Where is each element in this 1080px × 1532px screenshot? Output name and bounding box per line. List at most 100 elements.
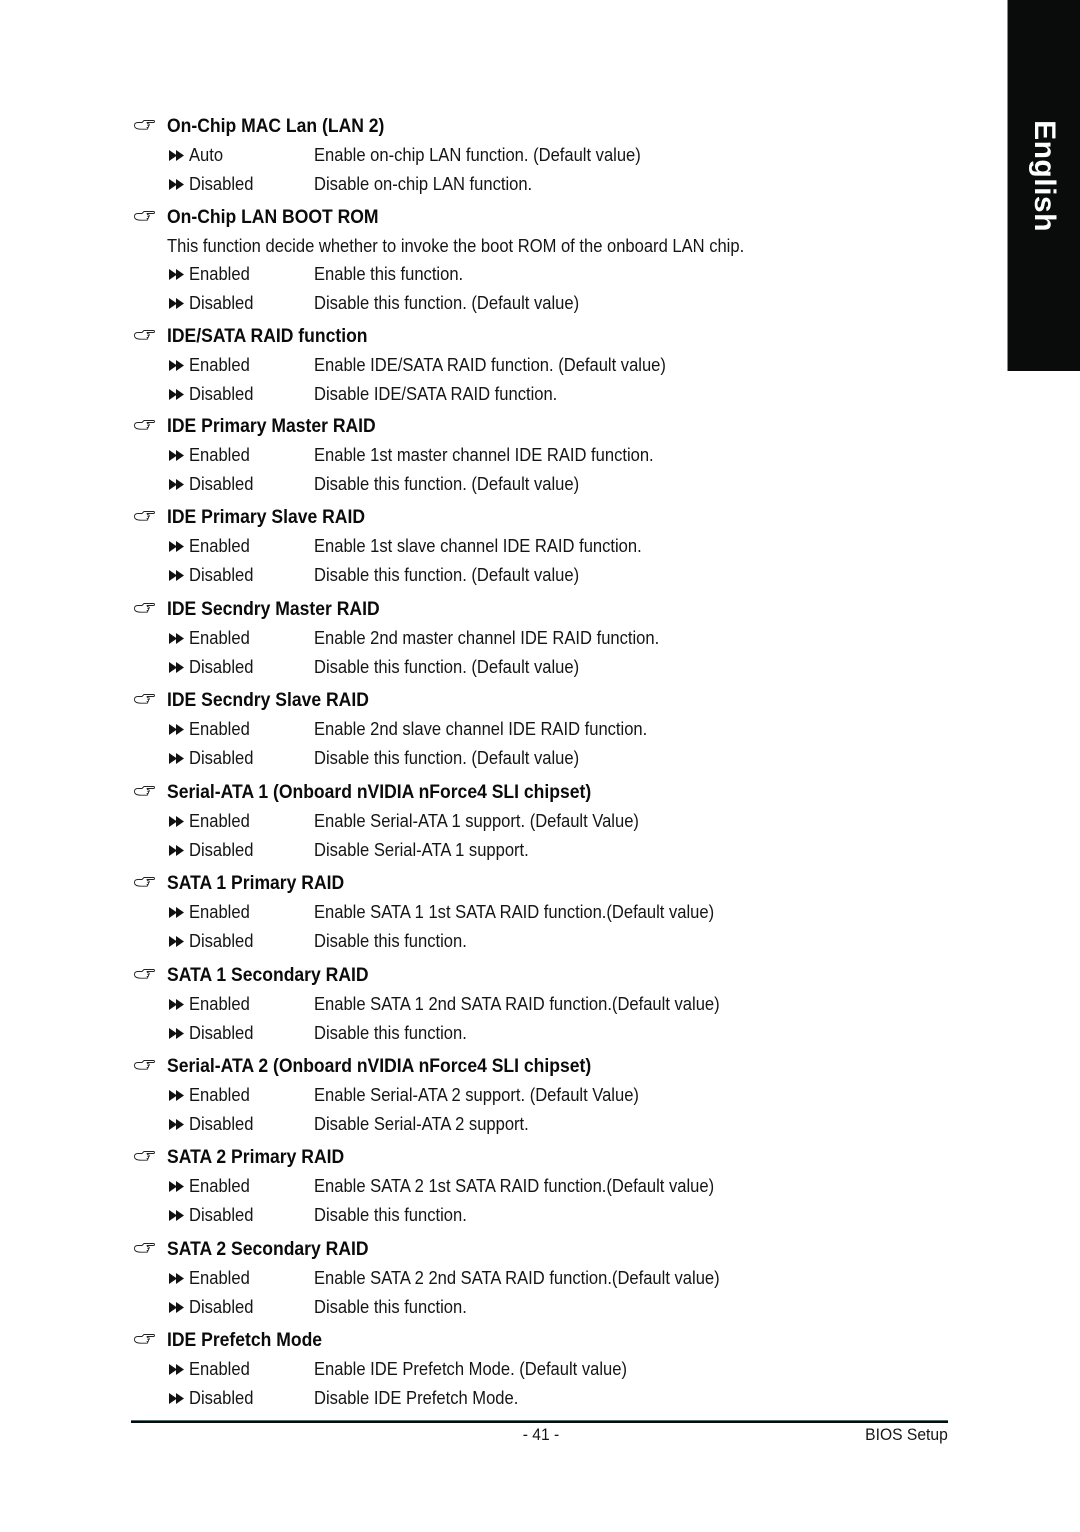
option-description: Disable on-chip LAN function. <box>314 173 533 194</box>
option-row: Enabled Enable SATA 1 1st SATA RAID func… <box>0 901 1000 930</box>
pointing-hand-icon <box>134 420 155 430</box>
double-triangle-bullet-icon <box>169 1027 184 1039</box>
option-description: Enable 1st slave channel IDE RAID functi… <box>314 536 642 556</box>
option-value: Enabled <box>189 1359 250 1379</box>
section-heading-row: On-Chip MAC Lan (LAN 2) <box>0 114 1000 144</box>
double-triangle-bullet-icon <box>169 150 184 161</box>
chapter-title: BIOS Setup <box>865 1425 948 1444</box>
double-triangle-bullet-icon <box>169 388 184 400</box>
double-triangle-bullet-icon <box>169 269 184 280</box>
pointing-hand-icon <box>134 1334 155 1344</box>
section-description: This function decide whether to invoke t… <box>167 236 745 256</box>
option-description: Enable on-chip LAN function. (Default va… <box>314 145 641 165</box>
option-value: Enabled <box>189 719 250 739</box>
section-title: IDE Primary Slave RAID <box>167 506 366 528</box>
section-title: IDE/SATA RAID function <box>167 325 368 347</box>
double-triangle-bullet-icon <box>169 935 184 947</box>
option-value: Enabled <box>189 1176 250 1196</box>
option-value: Disabled <box>189 173 254 194</box>
section-title: IDE Secndry Slave RAID <box>167 689 369 711</box>
option-row: Enabled Enable SATA 1 2nd SATA RAID func… <box>0 993 1000 1022</box>
option-description: Disable IDE/SATA RAID function. <box>314 383 558 404</box>
pointing-hand-icon <box>134 694 155 704</box>
option-row: Enabled Enable IDE/SATA RAID function. (… <box>0 354 1000 383</box>
option-row: Disabled Disable IDE/SATA RAID function. <box>0 383 1000 412</box>
settings-section: SATA 2 Primary RAID Enabled Enable SATA … <box>0 1145 1000 1232</box>
double-triangle-bullet-icon <box>169 478 184 490</box>
double-triangle-bullet-icon <box>169 569 184 581</box>
double-triangle-bullet-icon <box>169 816 184 827</box>
option-value: Disabled <box>189 1113 254 1134</box>
option-value: Disabled <box>189 1204 254 1225</box>
double-triangle-bullet-icon <box>169 541 184 552</box>
option-description: Enable SATA 1 2nd SATA RAID function.(De… <box>314 994 720 1014</box>
option-row: Disabled Disable on-chip LAN function. <box>0 173 1000 202</box>
settings-section: On-Chip LAN BOOT ROM This function decid… <box>0 205 1000 320</box>
footer-divider <box>131 1420 948 1423</box>
section-title: On-Chip LAN BOOT ROM <box>167 206 379 228</box>
settings-section: Serial-ATA 1 (Onboard nVIDIA nForce4 SLI… <box>0 780 1000 867</box>
option-row: Disabled Disable this function. <box>0 930 1000 959</box>
option-row: Enabled Enable IDE Prefetch Mode. (Defau… <box>0 1358 1000 1387</box>
option-row: Enabled Enable 2nd master channel IDE RA… <box>0 627 1000 656</box>
section-title: IDE Prefetch Mode <box>167 1329 323 1351</box>
double-triangle-bullet-icon <box>169 633 184 644</box>
section-heading-row: SATA 2 Secondary RAID <box>0 1237 1000 1267</box>
section-heading-row: SATA 2 Primary RAID <box>0 1145 1000 1175</box>
settings-section: Serial-ATA 2 (Onboard nVIDIA nForce4 SLI… <box>0 1054 1000 1141</box>
option-description: Disable this function. (Default value) <box>314 473 580 494</box>
double-triangle-bullet-icon <box>169 1273 184 1284</box>
option-value: Disabled <box>189 1296 254 1317</box>
settings-section: IDE Primary Master RAID Enabled Enable 1… <box>0 414 1000 501</box>
option-description: Disable Serial-ATA 2 support. <box>314 1113 529 1134</box>
option-value: Disabled <box>189 930 254 951</box>
section-title: Serial-ATA 1 (Onboard nVIDIA nForce4 SLI… <box>167 781 592 803</box>
option-value: Enabled <box>189 355 250 375</box>
option-description: Enable SATA 2 1st SATA RAID function.(De… <box>314 1176 715 1196</box>
option-row: Enabled Enable 1st master channel IDE RA… <box>0 444 1000 473</box>
section-title: IDE Primary Master RAID <box>167 415 376 437</box>
option-row: Enabled Enable Serial-ATA 1 support. (De… <box>0 810 1000 839</box>
double-triangle-bullet-icon <box>169 999 184 1010</box>
settings-section: On-Chip MAC Lan (LAN 2) Auto Enable on-c… <box>0 114 1000 201</box>
double-triangle-bullet-icon <box>169 1181 184 1192</box>
option-description: Enable IDE/SATA RAID function. (Default … <box>314 355 666 375</box>
section-title: SATA 2 Primary RAID <box>167 1146 345 1168</box>
section-title: SATA 1 Secondary RAID <box>167 964 369 986</box>
section-heading-row: IDE Secndry Slave RAID <box>0 688 1000 718</box>
option-description: Disable this function. <box>314 1204 467 1225</box>
settings-section: SATA 1 Primary RAID Enabled Enable SATA … <box>0 871 1000 958</box>
option-value: Enabled <box>189 445 250 465</box>
settings-section: IDE Prefetch Mode Enabled Enable IDE Pre… <box>0 1328 1000 1415</box>
language-tab: English <box>1007 0 1080 371</box>
section-title: IDE Secndry Master RAID <box>167 598 380 620</box>
option-value: Disabled <box>189 839 254 860</box>
option-description: Disable Serial-ATA 1 support. <box>314 839 529 860</box>
option-value: Disabled <box>189 1387 254 1408</box>
option-row: Disabled Disable this function. (Default… <box>0 564 1000 593</box>
section-heading-row: SATA 1 Primary RAID <box>0 871 1000 901</box>
option-description: Enable Serial-ATA 2 support. (Default Va… <box>314 1085 639 1105</box>
section-heading-row: IDE/SATA RAID function <box>0 324 1000 354</box>
double-triangle-bullet-icon <box>169 360 184 371</box>
option-description: Enable SATA 2 2nd SATA RAID function.(De… <box>314 1268 720 1288</box>
option-value: Disabled <box>189 1022 254 1043</box>
pointing-hand-icon <box>134 877 155 887</box>
option-row: Enabled Enable SATA 2 1st SATA RAID func… <box>0 1175 1000 1204</box>
double-triangle-bullet-icon <box>169 178 184 190</box>
double-triangle-bullet-icon <box>169 1301 184 1313</box>
option-row: Disabled Disable this function. (Default… <box>0 656 1000 685</box>
section-heading-row: IDE Primary Slave RAID <box>0 505 1000 535</box>
option-row: Auto Enable on-chip LAN function. (Defau… <box>0 144 1000 173</box>
option-row: Disabled Disable IDE Prefetch Mode. <box>0 1387 1000 1416</box>
pointing-hand-icon <box>134 1243 155 1253</box>
option-row: Enabled Enable Serial-ATA 2 support. (De… <box>0 1084 1000 1113</box>
section-heading-row: IDE Primary Master RAID <box>0 414 1000 444</box>
double-triangle-bullet-icon <box>169 752 184 764</box>
option-description: Enable 2nd master channel IDE RAID funct… <box>314 628 660 648</box>
pointing-hand-icon <box>134 211 155 221</box>
section-heading-row: Serial-ATA 1 (Onboard nVIDIA nForce4 SLI… <box>0 780 1000 810</box>
language-tab-label: English <box>1028 120 1061 232</box>
option-value: Disabled <box>189 383 254 404</box>
settings-section: SATA 2 Secondary RAID Enabled Enable SAT… <box>0 1237 1000 1324</box>
